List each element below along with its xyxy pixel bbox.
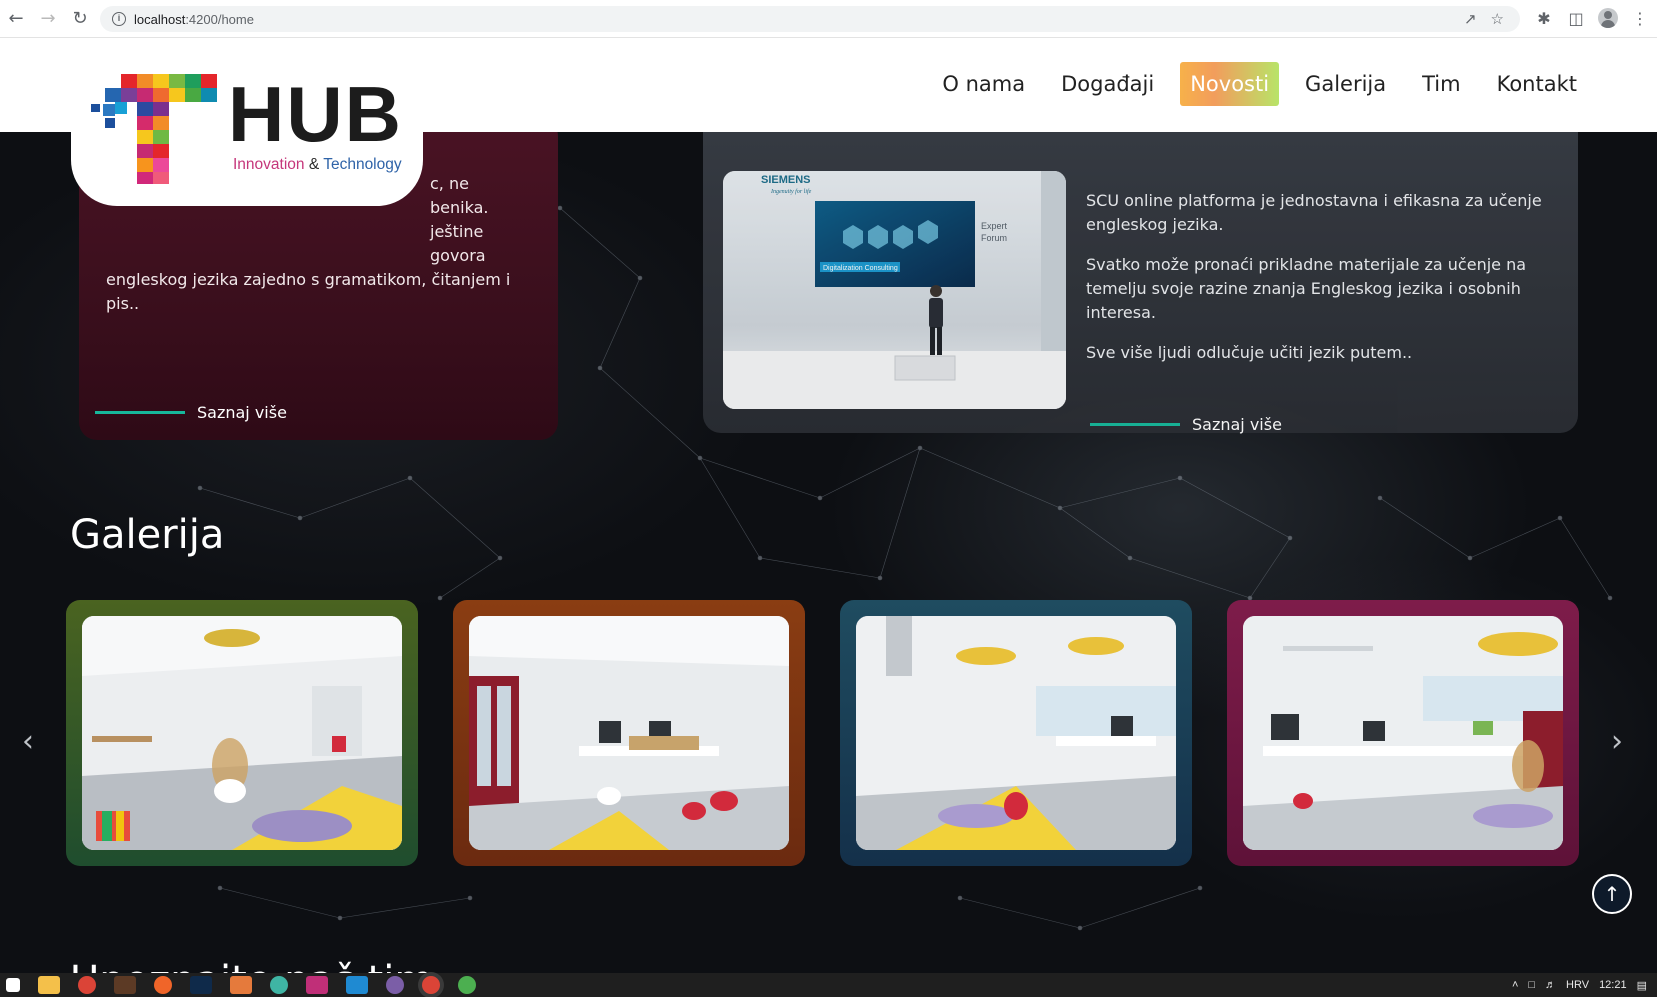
clock[interactable]: 12:21 [1599, 979, 1627, 991]
site-info-icon[interactable]: i [112, 12, 126, 26]
tray-chevron-icon[interactable]: ˄ [1512, 979, 1518, 991]
svg-text:Ingenuity for life: Ingenuity for life [770, 188, 812, 195]
scroll-to-top-button[interactable]: ↑ [1592, 874, 1632, 914]
read-more-link[interactable]: Saznaj više [95, 403, 287, 422]
app-icon[interactable] [114, 976, 136, 994]
app-icon[interactable] [386, 976, 404, 994]
section-title: Upoznajte naš tim [70, 958, 433, 973]
gallery-card[interactable] [66, 600, 418, 866]
gallery-card[interactable] [840, 600, 1192, 866]
gallery-image[interactable] [856, 616, 1176, 850]
nav-galerija[interactable]: Galerija [1295, 62, 1396, 106]
logo-wordmark: HUB [228, 70, 403, 158]
file-explorer-icon[interactable] [38, 976, 60, 994]
nav-tim[interactable]: Tim [1412, 62, 1470, 106]
gallery-image[interactable] [82, 616, 402, 850]
chevron-left-icon[interactable]: ‹ [13, 721, 43, 761]
app-icon[interactable] [154, 976, 172, 994]
network-icon[interactable]: □ [1528, 979, 1535, 991]
gallery-card[interactable] [1227, 600, 1579, 866]
svg-text:Expert: Expert [981, 221, 1008, 231]
address-bar[interactable]: i localhost:4200/home ↗ ☆ [100, 6, 1520, 32]
system-tray: ˄ □ ♬ HRV 12:21 ▤ [1512, 973, 1647, 997]
svg-text:Forum: Forum [981, 233, 1007, 243]
profile-avatar[interactable] [1597, 5, 1619, 31]
os-taskbar: ˄ □ ♬ HRV 12:21 ▤ [0, 973, 1657, 997]
app-icon[interactable] [458, 976, 476, 994]
nav-kontakt[interactable]: Kontakt [1487, 62, 1587, 106]
arrow-up-icon: ↑ [1603, 882, 1621, 906]
read-more-link[interactable]: Saznaj više [1090, 415, 1282, 434]
bookmark-star-icon[interactable]: ☆ [1491, 10, 1504, 28]
accent-line [1090, 423, 1180, 426]
logo-tagline: Innovation & Technology [233, 156, 402, 173]
browser-toolbar: ← → ↻ i localhost:4200/home ↗ ☆ ✱ ◫ ⋮ [0, 0, 1657, 38]
extensions-icon[interactable]: ✱ [1533, 5, 1555, 31]
nav-o-nama[interactable]: O nama [932, 62, 1035, 106]
intellij-icon[interactable] [306, 976, 328, 994]
volume-icon[interactable]: ♬ [1545, 979, 1556, 991]
chevron-right-icon[interactable]: › [1602, 721, 1632, 761]
accent-line [95, 411, 185, 414]
gallery-image[interactable] [1243, 616, 1563, 850]
back-icon[interactable]: ← [0, 3, 32, 35]
news-paragraph: SCU online platforma je jednostavna i ef… [1086, 191, 1542, 234]
gallery-title: Galerija [70, 512, 225, 558]
news-paragraph: Sve više ljudi odlučuje učiti jezik pute… [1086, 343, 1413, 362]
share-icon[interactable]: ↗ [1464, 10, 1477, 28]
side-panel-icon[interactable]: ◫ [1565, 5, 1587, 31]
news-card: Digitalization Consulting SIEMENS Ingenu… [703, 98, 1578, 434]
nav-novosti[interactable]: Novosti [1180, 62, 1280, 106]
chrome-icon[interactable] [422, 976, 440, 994]
svg-text:SIEMENS: SIEMENS [761, 174, 811, 186]
news-text: SCU online platforma je jednostavna i ef… [1086, 189, 1556, 381]
vscode-icon[interactable] [346, 976, 368, 994]
page-viewport: O nama Događaji Novosti Galerija Tim Kon… [0, 38, 1657, 973]
nav-dogadaji[interactable]: Događaji [1051, 62, 1164, 106]
language-indicator[interactable]: HRV [1566, 979, 1589, 991]
logo-t-icon [91, 74, 217, 184]
gallery-card[interactable] [453, 600, 805, 866]
app-icon[interactable] [230, 976, 252, 994]
news-image[interactable]: Digitalization Consulting SIEMENS Ingenu… [723, 171, 1066, 409]
site-logo[interactable]: HUB Innovation & Technology [71, 38, 423, 206]
app-icon[interactable] [270, 976, 288, 994]
url-path: :4200/home [185, 11, 254, 27]
windows-start-icon[interactable] [6, 978, 20, 992]
photoshop-icon[interactable] [190, 976, 212, 994]
url-host: localhost [134, 11, 186, 27]
chrome-icon[interactable] [78, 976, 96, 994]
more-menu-icon[interactable]: ⋮ [1629, 5, 1651, 31]
notifications-icon[interactable]: ▤ [1637, 979, 1647, 992]
reload-icon[interactable]: ↻ [64, 3, 96, 35]
main-nav: O nama Događaji Novosti Galerija Tim Kon… [932, 62, 1587, 106]
svg-text:Digitalization Consulting: Digitalization Consulting [823, 265, 898, 272]
forward-icon[interactable]: → [32, 3, 64, 35]
news-paragraph: Svatko može pronaći prikladne materijale… [1086, 255, 1527, 322]
gallery-image[interactable] [469, 616, 789, 850]
